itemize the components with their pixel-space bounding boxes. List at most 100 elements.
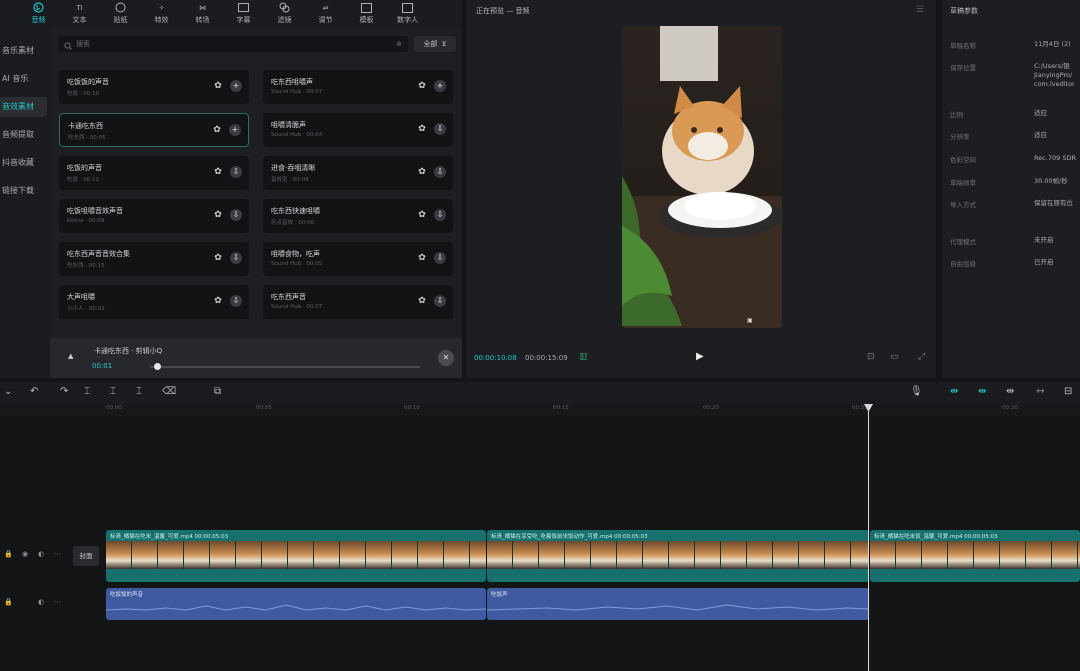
nav-sound-effects[interactable]: 音效素材 (0, 97, 47, 117)
sound-card[interactable]: 吃饭的声音 吃饭 · 00:12 ✿ ⇩ (59, 156, 249, 190)
add-icon[interactable]: + (229, 124, 241, 136)
favorite-icon[interactable]: ✿ (213, 167, 223, 177)
download-icon[interactable]: ⇩ (230, 209, 242, 221)
sound-card[interactable]: 吃东西快速咀嚼 乐点音效 · 00:06 ✿ ⇩ (263, 199, 453, 233)
favorite-icon[interactable]: ✿ (417, 167, 427, 177)
split-right-icon[interactable]: ⌶ (136, 386, 142, 397)
dropdown-icon[interactable]: ⌄ (4, 386, 12, 397)
split-track-icon[interactable]: ⇿ (1036, 386, 1044, 397)
favorite-icon[interactable]: ✿ (417, 253, 427, 263)
tool-text[interactable]: TI 文本 (59, 0, 100, 28)
fullscreen-icon[interactable]: ⤢ (918, 352, 925, 362)
video-clip[interactable]: 标清_橘猫在享受吃_吃着饭前米饭动作_可爱.mp4 00:00:05:03 (487, 530, 869, 582)
play-icon[interactable]: ▲ (68, 352, 73, 360)
download-icon[interactable]: ⇩ (434, 123, 446, 135)
tool-template[interactable]: 模板 (346, 0, 387, 28)
thumbnail-frame (896, 541, 922, 569)
download-icon[interactable]: ⇩ (230, 295, 242, 307)
delete-icon[interactable]: ⌫ (162, 386, 176, 397)
nav-ai-music[interactable]: AI 音乐 (0, 69, 47, 89)
favorite-icon[interactable]: ✿ (213, 210, 223, 220)
snap-icon[interactable]: ⇹ (978, 386, 986, 397)
favorite-icon[interactable]: ✿ (213, 81, 223, 91)
thumbnail-frame (669, 541, 695, 569)
ai-tool-icon[interactable]: ⧉ (214, 386, 221, 397)
playhead[interactable] (868, 404, 869, 671)
download-icon[interactable]: ⇩ (434, 166, 446, 178)
thumbnail-frame (773, 541, 799, 569)
sound-card[interactable]: 吃东西声音音效合集 吃东西 · 00:15 ✿ ⇩ (59, 242, 249, 276)
video-clip[interactable]: 标清_橘猫在吃米_温馨_可爱.mp4 00:00:05:03 (106, 530, 486, 582)
nav-audio-extract[interactable]: 音频提取 (0, 125, 47, 145)
search-placeholder: 搜索 (76, 40, 90, 48)
preview-axis-icon[interactable]: ⇹ (1006, 386, 1014, 397)
sound-card-selected[interactable]: 卡通吃东西 吃东西 · 00:05 ✿ + (59, 113, 249, 147)
split-left-icon[interactable]: ⌶ (110, 386, 116, 397)
filter-button[interactable]: 全部 ⊻ (414, 36, 456, 52)
sound-card[interactable]: 吃饭咀嚼音效声音 Gloria · 00:09 ✿ ⇩ (59, 199, 249, 233)
thumbnail-frame (340, 541, 366, 569)
sound-card[interactable]: 吃东西声音 Sound Hub · 00:07 ✿ ⇩ (263, 285, 453, 319)
sound-card[interactable]: 咀嚼清脆声 Sound Hub · 00:04 ✿ ⇩ (263, 113, 453, 147)
menu-icon[interactable]: ☰ (916, 5, 924, 15)
audio-category-nav: 音乐素材 AI 音乐 音效素材 音频提取 抖音收藏 链接下载 (0, 28, 50, 378)
time-ruler[interactable]: 00:00 00:05 00:10 00:15 00:20 00:25 00:3… (0, 404, 1080, 416)
tool-sticker[interactable]: 贴纸 (100, 0, 141, 28)
sound-card[interactable]: 进食·吞咽清晰 音效宝 · 00:08 ✿ ⇩ (263, 156, 453, 190)
download-icon[interactable]: ⇩ (434, 295, 446, 307)
close-icon[interactable]: ✕ (438, 350, 454, 366)
progress-track[interactable] (150, 366, 420, 368)
sound-card[interactable]: 咀嚼食物，吃声 Sound Hub · 00:05 ✿ ⇩ (263, 242, 453, 276)
details-title: 草稿参数 (950, 7, 978, 15)
video-clip[interactable]: 标清_橘猫在吃米饭_温馨_可爱.mp4 00:00:05:03 (870, 530, 1080, 582)
download-icon[interactable]: ⇩ (434, 209, 446, 221)
nav-douyin-favorites[interactable]: 抖音收藏 (0, 153, 47, 173)
asset-toolbar: 音频 TI 文本 贴纸 ✧ 特效 ⋈ 转场 字幕 滤镜 ⇌ 调节 模板 数字人 (0, 0, 462, 28)
redo-icon[interactable]: ↷ (60, 386, 68, 397)
undo-icon[interactable]: ↶ (30, 386, 38, 397)
tool-effects[interactable]: ✧ 特效 (141, 0, 182, 28)
favorite-icon[interactable]: ✿ (417, 81, 427, 91)
favorite-icon[interactable]: ✿ (417, 210, 427, 220)
tool-adjust[interactable]: ⇌ 调节 (305, 0, 346, 28)
sound-card[interactable]: 大声咀嚼 小小人 · 00:02 ✿ ⇩ (59, 285, 249, 319)
split-icon[interactable]: ⌶ (84, 386, 90, 397)
download-icon[interactable]: ⇩ (434, 252, 446, 264)
template-icon (361, 2, 373, 13)
favorite-icon[interactable]: ✿ (417, 124, 427, 134)
fit-icon[interactable]: ⊡ (867, 352, 875, 362)
favorite-icon[interactable]: ✿ (417, 296, 427, 306)
download-icon[interactable]: ⇩ (230, 252, 242, 264)
play-icon[interactable]: ▶ (696, 351, 704, 362)
microphone-icon[interactable]: 🎙 (910, 386, 923, 397)
zoom-icon[interactable]: ⊟ (1064, 386, 1072, 397)
audio-clip[interactable]: 吃饭饭的声音 (106, 588, 486, 620)
ratio-icon[interactable]: ▭ (890, 352, 899, 362)
thumbnail-frame (825, 541, 851, 569)
tool-transition[interactable]: ⋈ 转场 (182, 0, 223, 28)
tool-audio[interactable]: 音频 (18, 0, 59, 28)
nav-link-download[interactable]: 链接下载 (0, 181, 47, 201)
add-icon[interactable]: + (434, 80, 446, 92)
download-icon[interactable]: ⇩ (230, 166, 242, 178)
waveform-icon[interactable]: ▥ (579, 352, 588, 362)
favorite-icon[interactable]: ✿ (212, 125, 222, 135)
clear-icon[interactable]: ⊗ (396, 40, 402, 48)
favorite-icon[interactable]: ✿ (213, 253, 223, 263)
progress-knob[interactable] (154, 363, 161, 370)
favorite-icon[interactable]: ✿ (213, 296, 223, 306)
tool-media[interactable] (0, 0, 18, 28)
tool-filter[interactable]: 滤镜 (264, 0, 305, 28)
thumbnail-frame (851, 541, 869, 569)
audio-clip[interactable]: 吃饭声 (487, 588, 869, 620)
tool-digital-human[interactable]: 数字人 (387, 0, 428, 28)
search-input[interactable]: 搜索 ⊗ (58, 36, 408, 52)
sound-card[interactable]: 吃东西咀嚼声 Sound Hub · 00:07 ✿ + (263, 70, 453, 104)
link-icon[interactable]: ⇹ (950, 386, 958, 397)
thumbnail-frame (617, 541, 643, 569)
sound-card[interactable]: 吃饭饭的声音 吃饭 · 00:10 ✿ + (59, 70, 249, 104)
cover-button[interactable]: 封面 (73, 546, 99, 566)
nav-music-material[interactable]: 音乐素材 (0, 41, 47, 61)
add-icon[interactable]: + (230, 80, 242, 92)
tool-caption[interactable]: 字幕 (223, 0, 264, 28)
